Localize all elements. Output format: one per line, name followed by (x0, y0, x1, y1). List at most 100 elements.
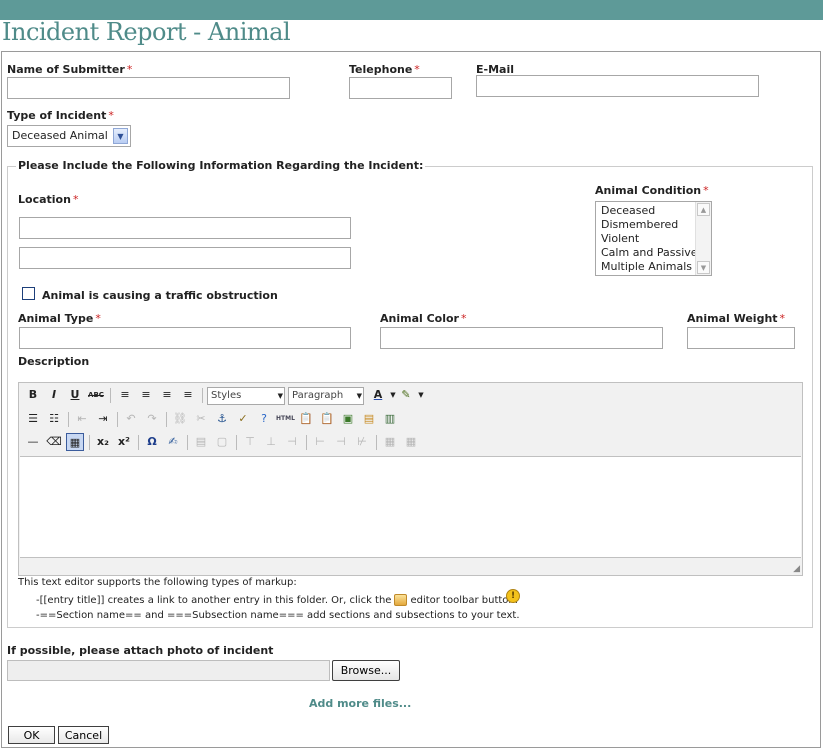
image-icon[interactable]: ▣ (339, 410, 357, 428)
condition-option[interactable]: Dismembered (596, 218, 711, 232)
location-label: Location * (18, 193, 79, 206)
undo-icon[interactable]: ↶ (122, 410, 140, 428)
animal-condition-listbox[interactable]: Deceased Dismembered Violent Calm and Pa… (595, 201, 712, 276)
animal-type-input[interactable] (19, 327, 351, 349)
add-more-files-link[interactable]: Add more files... (309, 697, 411, 710)
insert-row-before-icon[interactable]: ⊤ (241, 433, 259, 451)
entry-link-icon (394, 594, 408, 606)
rich-text-editor: B I U ABC ≡ ≡ ≡ ≡ Styles ▼ Paragraph ▼ A ▼… (18, 382, 803, 576)
outdent-icon[interactable]: ⇤ (73, 410, 91, 428)
row-props-icon[interactable]: ▤ (192, 433, 210, 451)
email-input[interactable] (476, 75, 759, 97)
align-right-icon[interactable]: ≡ (158, 386, 176, 404)
help-icon[interactable]: ? (255, 410, 273, 428)
horizontal-rule-icon[interactable]: — (24, 433, 42, 451)
superscript-icon[interactable]: x² (115, 433, 133, 451)
delete-col-icon[interactable]: ⊬ (353, 433, 371, 451)
link-icon[interactable]: ⛓ (171, 410, 189, 428)
animal-condition-label: Animal Condition * (595, 184, 709, 197)
condition-option[interactable]: Multiple Animals (596, 260, 711, 274)
toolbar-separator (68, 412, 69, 427)
incident-type-label: Type of Incident * (7, 109, 114, 122)
info-icon[interactable]: ! (506, 589, 520, 603)
styles-dropdown[interactable]: Styles ▼ (207, 387, 285, 405)
insert-col-after-icon[interactable]: ⊣ (332, 433, 350, 451)
ok-button[interactable]: OK (8, 726, 55, 744)
required-marker: * (779, 312, 786, 325)
unlink-icon[interactable]: ✂ (192, 410, 210, 428)
bold-icon[interactable]: B (24, 386, 42, 404)
cleanup-icon[interactable]: ✓ (234, 410, 252, 428)
editor-help-intro: This text editor supports the following … (18, 577, 297, 588)
insert-row-after-icon[interactable]: ⊥ (262, 433, 280, 451)
cancel-button[interactable]: Cancel (58, 726, 109, 744)
resize-grip-icon[interactable]: ◢ (793, 564, 800, 574)
delete-row-icon[interactable]: ⊣ (283, 433, 301, 451)
paste-text-icon[interactable]: 📋 (297, 410, 315, 428)
underline-icon[interactable]: U (66, 386, 84, 404)
toolbar-separator (306, 435, 307, 450)
incident-type-value: Deceased Animal (12, 129, 108, 142)
listbox-scrollbar[interactable]: ▲ ▼ (695, 202, 711, 275)
animal-weight-input[interactable] (687, 327, 795, 349)
subscript-icon[interactable]: x₂ (94, 433, 112, 451)
condition-option[interactable]: Calm and Passive (596, 246, 711, 260)
chevron-down-icon: ▼ (356, 392, 362, 400)
table-icon[interactable]: ▦ (66, 433, 84, 451)
animal-color-input[interactable] (380, 327, 663, 349)
edit-attributes-icon[interactable]: ✍ (164, 433, 182, 451)
toolbar-separator (117, 412, 118, 427)
align-justify-icon[interactable]: ≡ (179, 386, 197, 404)
bullet-list-icon[interactable]: ☰ (24, 410, 42, 428)
toolbar-separator (110, 388, 111, 403)
telephone-input[interactable] (349, 77, 452, 99)
animal-color-label: Animal Color * (380, 312, 467, 325)
anchor-icon[interactable]: ⚓ (213, 410, 231, 428)
scroll-down-icon[interactable]: ▼ (697, 261, 710, 274)
paste-word-icon[interactable]: 📋 (318, 410, 336, 428)
attachment-label: If possible, please attach photo of inci… (7, 644, 274, 657)
split-cells-icon[interactable]: ▦ (381, 433, 399, 451)
format-dropdown[interactable]: Paragraph ▼ (288, 387, 364, 405)
required-marker: * (414, 63, 420, 76)
toolbar-separator (376, 435, 377, 450)
chevron-down-icon[interactable]: ▼ (113, 128, 128, 144)
file-path-field[interactable] (7, 660, 330, 681)
strikethrough-icon[interactable]: ABC (87, 386, 105, 404)
html-source-icon[interactable]: HTML (276, 410, 295, 428)
chevron-down-icon[interactable]: ▼ (412, 386, 430, 404)
telephone-label: Telephone * (349, 63, 420, 76)
scroll-up-icon[interactable]: ▲ (697, 203, 710, 216)
media-icon[interactable]: ▥ (381, 410, 399, 428)
numbered-list-icon[interactable]: ☷ (45, 410, 63, 428)
required-marker: * (72, 193, 79, 206)
special-char-icon[interactable]: Ω (143, 433, 161, 451)
submitter-input[interactable] (7, 77, 290, 99)
incident-details-legend: Please Include the Following Information… (16, 159, 426, 172)
condition-option[interactable]: Deceased (596, 204, 711, 218)
traffic-obstruction-label[interactable]: Animal is causing a traffic obstruction (42, 289, 278, 302)
description-label: Description (18, 355, 90, 368)
entry-link-icon[interactable]: ▤ (360, 410, 378, 428)
animal-weight-label: Animal Weight * (687, 312, 786, 325)
cell-props-icon[interactable]: ▢ (213, 433, 231, 451)
merge-cells-icon[interactable]: ▦ (402, 433, 420, 451)
editor-content-area[interactable] (20, 456, 801, 558)
condition-option[interactable]: Violent (596, 232, 711, 246)
toolbar-separator (166, 412, 167, 427)
incident-type-select[interactable]: Deceased Animal ▼ (7, 125, 131, 147)
toolbar-separator (138, 435, 139, 450)
required-marker: * (108, 109, 114, 122)
browse-button[interactable]: Browse... (332, 660, 400, 681)
submitter-label: Name of Submitter * (7, 63, 133, 76)
redo-icon[interactable]: ↷ (143, 410, 161, 428)
traffic-obstruction-checkbox[interactable] (22, 287, 35, 300)
align-center-icon[interactable]: ≡ (137, 386, 155, 404)
align-left-icon[interactable]: ≡ (116, 386, 134, 404)
location-input-line2[interactable] (19, 247, 351, 269)
insert-col-before-icon[interactable]: ⊢ (311, 433, 329, 451)
eraser-icon[interactable]: ⌫ (45, 433, 63, 451)
indent-icon[interactable]: ⇥ (94, 410, 112, 428)
italic-icon[interactable]: I (45, 386, 63, 404)
location-input-line1[interactable] (19, 217, 351, 239)
